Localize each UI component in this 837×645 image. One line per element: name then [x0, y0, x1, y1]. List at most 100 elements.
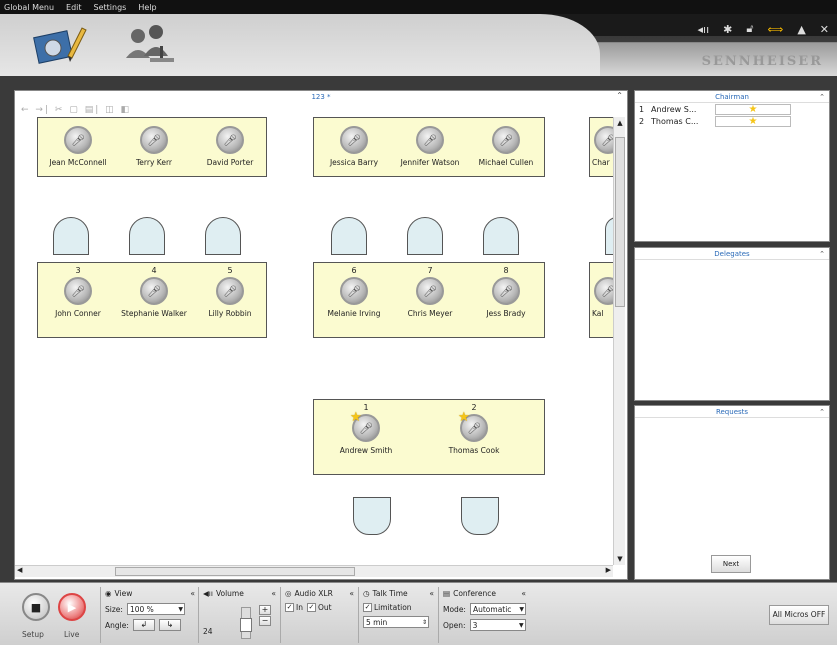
collapse-icon[interactable]: ⌃: [819, 406, 825, 418]
volume-slider[interactable]: [240, 607, 252, 639]
menu-global[interactable]: Global Menu: [4, 3, 54, 12]
collapse-left-icon[interactable]: «: [190, 589, 195, 598]
limitation-checkbox[interactable]: ✓ Limitation: [363, 603, 412, 612]
chairman-row[interactable]: 2 Thomas C... ★: [635, 115, 829, 127]
volume-knob[interactable]: [240, 618, 252, 632]
next-button[interactable]: Next: [711, 555, 751, 573]
chairman-table[interactable]: 1 ★ 🎤︎ Andrew Smith 2 ★ 🎤︎ Thomas Cook: [313, 399, 545, 475]
microphone-icon: 🎤︎: [594, 126, 613, 154]
seat[interactable]: 3 🎤︎ John Conner: [38, 265, 118, 318]
chairman-row[interactable]: 1 Andrew S... ★: [635, 103, 829, 115]
collapse-left-icon[interactable]: «: [271, 589, 276, 598]
plan-toolbar: ← →| ✂ ▢ ▤| ◫ ◧: [21, 105, 132, 115]
chair[interactable]: [205, 217, 241, 255]
chair[interactable]: [331, 217, 367, 255]
mode-select[interactable]: Automatic ▼: [469, 603, 526, 615]
chair[interactable]: [53, 217, 89, 255]
setup-button[interactable]: ■: [22, 593, 50, 621]
scroll-down-icon[interactable]: ▼: [614, 555, 626, 563]
chair[interactable]: [407, 217, 443, 255]
plan-canvas[interactable]: 🎤︎ Jean McConnell 🎤︎ Terry Kerr 🎤︎ David…: [15, 117, 613, 565]
menu-edit[interactable]: Edit: [66, 3, 82, 12]
copy-icon[interactable]: ▢: [69, 105, 80, 115]
seat-number: 8: [503, 266, 509, 275]
seat-name: Chris Meyer: [407, 309, 453, 318]
volume-down-button[interactable]: −: [259, 616, 271, 626]
seat[interactable]: 7 🎤︎ Chris Meyer: [390, 265, 470, 318]
seating-plan-panel: 123 * ⌃ ← →| ✂ ▢ ▤| ◫ ◧ 🎤︎ Jean McConnel…: [14, 90, 628, 580]
seat[interactable]: 🎤︎ Michael Cullen: [466, 126, 546, 167]
rotate-right-button[interactable]: ↳: [158, 619, 181, 631]
conference-table[interactable]: 🎤︎ Jessica Barry 🎤︎ Jennifer Watson 🎤︎ M…: [313, 117, 545, 177]
conference-table[interactable]: 🎤︎ Char: [589, 117, 613, 177]
chair[interactable]: [129, 217, 165, 255]
chair[interactable]: [461, 497, 499, 535]
scroll-thumb[interactable]: [115, 567, 355, 576]
conference-table[interactable]: 6 🎤︎ Melanie Irving 7 🎤︎ Chris Meyer 8 🎤…: [313, 262, 545, 338]
seat[interactable]: 🎤︎ Kal: [590, 277, 613, 318]
seat-name: Terry Kerr: [136, 158, 172, 167]
close-icon[interactable]: ✕: [820, 23, 829, 36]
menu-settings[interactable]: Settings: [94, 3, 127, 12]
seat-name: Jessica Barry: [329, 158, 379, 167]
size-select[interactable]: 100 % ▼: [126, 603, 185, 615]
gear-icon[interactable]: ✱: [723, 23, 732, 36]
rotate-left-button[interactable]: ↲: [132, 619, 155, 631]
seat[interactable]: 🎤︎ Jean McConnell: [38, 126, 118, 167]
seat-number: 3: [75, 266, 81, 275]
conference-table[interactable]: 🎤︎ Jean McConnell 🎤︎ Terry Kerr 🎤︎ David…: [37, 117, 267, 177]
menu-help[interactable]: Help: [138, 3, 156, 12]
scroll-left-icon[interactable]: ◀: [17, 566, 22, 574]
back-icon[interactable]: ←: [21, 105, 31, 115]
forward-icon[interactable]: →: [35, 105, 45, 115]
participants-icon[interactable]: [120, 20, 178, 68]
open-select[interactable]: 3 ▼: [469, 619, 526, 631]
scroll-thumb[interactable]: [615, 137, 625, 307]
talk-time-spinner[interactable]: 5 min ⇕: [363, 616, 429, 628]
all-micros-off-button[interactable]: All Micros OFF: [769, 605, 829, 625]
seat[interactable]: 🎤︎ David Porter: [190, 126, 270, 167]
collapse-left-icon[interactable]: «: [349, 589, 354, 598]
collapse-icon[interactable]: ⌃: [819, 248, 825, 260]
eject-icon[interactable]: ▲: [797, 23, 805, 36]
scroll-right-icon[interactable]: ▶: [606, 566, 611, 574]
chairman-title: Chairman: [715, 93, 749, 101]
scroll-up-icon[interactable]: ▲: [614, 119, 626, 127]
chairman-star-icon: ★: [715, 115, 791, 127]
ungroup-icon[interactable]: ◧: [121, 105, 132, 115]
chair[interactable]: [605, 217, 613, 255]
live-button[interactable]: ▶: [58, 593, 86, 621]
collapse-left-icon[interactable]: «: [521, 589, 526, 598]
conference-table[interactable]: 🎤︎ Kal: [589, 262, 613, 338]
paste-icon[interactable]: ▤: [85, 105, 96, 115]
seat[interactable]: 🎤︎ Char: [590, 126, 613, 167]
seat[interactable]: 🎤︎ Jessica Barry: [314, 126, 394, 167]
audio-xlr-group: ◎ Audio XLR « ✓ In ✓ Out: [280, 587, 354, 643]
seat[interactable]: 1 ★ 🎤︎ Andrew Smith: [326, 402, 406, 455]
group-icon[interactable]: ◫: [105, 105, 116, 115]
seat[interactable]: 2 ★ 🎤︎ Thomas Cook: [434, 402, 514, 455]
chair[interactable]: [483, 217, 519, 255]
seat[interactable]: 5 🎤︎ Lilly Robbin: [190, 265, 270, 318]
seat[interactable]: 6 🎤︎ Melanie Irving: [314, 265, 394, 318]
seat[interactable]: 8 🎤︎ Jess Brady: [466, 265, 546, 318]
swap-icon[interactable]: ⟺: [768, 23, 784, 36]
chairman-panel: Chairman ⌃ 1 Andrew S... ★ 2 Thomas C...…: [634, 90, 830, 242]
vertical-scrollbar[interactable]: ▲ ▼: [613, 117, 625, 565]
unlock-icon[interactable]: 🔓︎: [746, 22, 753, 36]
collapse-icon[interactable]: ⌃: [819, 91, 825, 103]
seat[interactable]: 4 🎤︎ Stephanie Walker: [114, 265, 194, 318]
audio-out-checkbox[interactable]: ✓ Out: [306, 603, 332, 612]
seat[interactable]: 🎤︎ Terry Kerr: [114, 126, 194, 167]
collapse-icon[interactable]: ⌃: [616, 91, 623, 100]
collapse-left-icon[interactable]: «: [429, 589, 434, 598]
conference-table[interactable]: 3 🎤︎ John Conner 4 🎤︎ Stephanie Walker 5…: [37, 262, 267, 338]
audio-in-checkbox[interactable]: ✓ In: [285, 603, 303, 612]
signal-icon[interactable]: ◂ıı: [698, 23, 710, 36]
cut-icon[interactable]: ✂: [55, 105, 65, 115]
volume-up-button[interactable]: +: [259, 605, 271, 615]
seating-plan-icon[interactable]: [30, 20, 88, 68]
horizontal-scrollbar[interactable]: ◀ ▶: [15, 565, 613, 577]
seat[interactable]: 🎤︎ Jennifer Watson: [390, 126, 470, 167]
chair[interactable]: [353, 497, 391, 535]
